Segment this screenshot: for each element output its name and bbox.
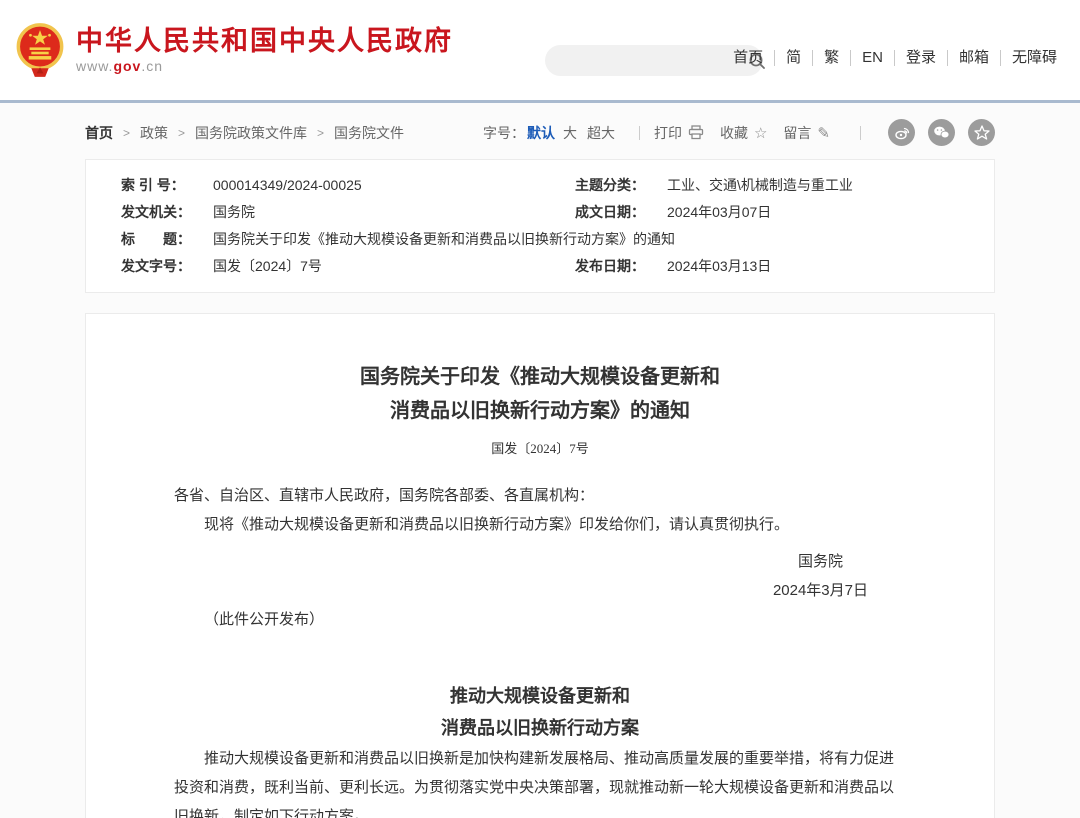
plan-title: 推动大规模设备更新和 消费品以旧换新行动方案 <box>174 680 906 744</box>
site-title: 中华人民共和国中央人民政府 <box>76 26 453 56</box>
national-emblem-icon <box>14 21 66 79</box>
nav-english[interactable]: EN <box>851 50 895 66</box>
meta-publish-date-value: 2024年03月13日 <box>667 253 771 280</box>
meta-agency-value: 国务院 <box>213 199 255 226</box>
favorite-label: 收藏 <box>720 123 748 143</box>
pencil-icon: ✎ <box>817 124 830 142</box>
toolbar-divider <box>860 126 861 140</box>
site-url: www.gov.cn <box>76 58 453 74</box>
breadcrumb-separator: > <box>178 126 185 140</box>
plan-title-line1: 推动大规模设备更新和 <box>450 686 630 706</box>
wechat-icon <box>933 125 950 140</box>
site-url-cn: .cn <box>141 58 163 74</box>
toolbar-divider <box>639 126 640 140</box>
meta-title-value: 国务院关于印发《推动大规模设备更新和消费品以旧换新行动方案》的通知 <box>213 226 675 253</box>
meta-index-label: 索 引 号： <box>121 172 213 199</box>
font-size-label: 字号： <box>483 123 525 143</box>
font-size-default[interactable]: 默认 <box>527 123 555 143</box>
meta-index-value: 000014349/2024-00025 <box>213 172 362 199</box>
printer-icon <box>688 125 704 140</box>
star-icon: ☆ <box>754 124 767 142</box>
site-logo-link[interactable]: 中华人民共和国中央人民政府 www.gov.cn <box>14 21 453 79</box>
meta-topic: 主题分类： 工业、交通\机械制造与重工业 <box>540 172 994 199</box>
document-body-card: 国务院关于印发《推动大规模设备更新和 消费品以旧换新行动方案》的通知 国发〔20… <box>85 313 995 818</box>
document-meta-card: 索 引 号： 000014349/2024-00025 主题分类： 工业、交通\… <box>85 159 995 293</box>
nav-home[interactable]: 首页 <box>722 50 775 66</box>
search-input[interactable] <box>545 53 748 69</box>
breadcrumb-policy[interactable]: 政策 <box>140 123 168 143</box>
print-label: 打印 <box>654 123 682 143</box>
signature-block: 国务院 2024年3月7日 <box>773 547 868 605</box>
comment-button[interactable]: 留言 ✎ <box>783 123 830 143</box>
nav-accessibility[interactable]: 无障碍 <box>1001 50 1068 66</box>
breadcrumb-separator: > <box>123 126 130 140</box>
meta-written-date-value: 2024年03月07日 <box>667 199 771 226</box>
meta-row: 发文字号： 国发〔2024〕7号 发布日期： 2024年03月13日 <box>86 253 994 280</box>
breadcrumb-toolbar-row: 首页 > 政策 > 国务院政策文件库 > 国务院文件 字号： 默认 大 超大 打… <box>85 103 995 159</box>
meta-doc-number: 发文字号： 国发〔2024〕7号 <box>86 253 540 280</box>
signer: 国务院 <box>773 547 868 576</box>
nav-simplified[interactable]: 简 <box>775 50 813 66</box>
document-number: 国发〔2024〕7号 <box>174 438 906 457</box>
breadcrumb-policy-library[interactable]: 国务院政策文件库 <box>195 123 307 143</box>
plan-title-line2: 消费品以旧换新行动方案 <box>441 718 639 738</box>
plan-intro-paragraph: 推动大规模设备更新和消费品以旧换新是加快构建新发展格局、推动高质量发展的重要举措… <box>174 744 906 818</box>
font-size-large[interactable]: 大 <box>563 123 577 143</box>
meta-written-date: 成文日期： 2024年03月07日 <box>540 199 994 226</box>
share-wechat-button[interactable] <box>928 119 955 146</box>
public-release-note: （此件公开发布） <box>174 605 906 634</box>
brand-text: 中华人民共和国中央人民政府 www.gov.cn <box>76 26 453 74</box>
forward-paragraph: 现将《推动大规模设备更新和消费品以旧换新行动方案》印发给你们，请认真贯彻执行。 <box>174 510 906 539</box>
nav-traditional[interactable]: 繁 <box>813 50 851 66</box>
page-toolbar: 字号： 默认 大 超大 打印 收藏 ☆ 留言 ✎ <box>483 119 995 146</box>
breadcrumb-separator: > <box>317 126 324 140</box>
site-header: 中华人民共和国中央人民政府 www.gov.cn 首页 简 繁 EN 登录 邮箱… <box>0 0 1080 103</box>
document-body: 各省、自治区、直辖市人民政府，国务院各部委、各直属机构： 现将《推动大规模设备更… <box>174 481 906 818</box>
meta-doc-number-value: 国发〔2024〕7号 <box>213 253 322 280</box>
nav-login[interactable]: 登录 <box>895 50 948 66</box>
comment-label: 留言 <box>783 123 811 143</box>
meta-agency-label: 发文机关： <box>121 199 213 226</box>
sign-date: 2024年3月7日 <box>773 576 868 605</box>
font-size-xlarge[interactable]: 超大 <box>587 123 615 143</box>
document-title: 国务院关于印发《推动大规模设备更新和 消费品以旧换新行动方案》的通知 <box>174 360 906 428</box>
meta-doc-number-label: 发文字号： <box>121 253 213 280</box>
meta-row: 标 题： 国务院关于印发《推动大规模设备更新和消费品以旧换新行动方案》的通知 <box>86 226 994 253</box>
document-title-line1: 国务院关于印发《推动大规模设备更新和 <box>360 366 720 388</box>
salutation: 各省、自治区、直辖市人民政府，国务院各部委、各直属机构： <box>174 481 906 510</box>
print-button[interactable]: 打印 <box>654 123 704 143</box>
meta-row: 发文机关： 国务院 成文日期： 2024年03月07日 <box>86 199 994 226</box>
meta-index: 索 引 号： 000014349/2024-00025 <box>86 172 540 199</box>
meta-title: 标 题： 国务院关于印发《推动大规模设备更新和消费品以旧换新行动方案》的通知 <box>86 226 994 253</box>
breadcrumb-state-council-docs[interactable]: 国务院文件 <box>334 123 404 143</box>
site-url-www: www. <box>76 58 113 74</box>
share-qzone-button[interactable] <box>968 119 995 146</box>
meta-topic-value: 工业、交通\机械制造与重工业 <box>667 172 853 199</box>
weibo-icon <box>894 125 910 141</box>
breadcrumb-home[interactable]: 首页 <box>85 123 113 143</box>
meta-written-date-label: 成文日期： <box>575 199 667 226</box>
nav-mail[interactable]: 邮箱 <box>948 50 1001 66</box>
favorite-button[interactable]: 收藏 ☆ <box>720 123 767 143</box>
share-weibo-button[interactable] <box>888 119 915 146</box>
top-nav: 首页 简 繁 EN 登录 邮箱 无障碍 <box>722 50 1068 66</box>
meta-publish-date: 发布日期： 2024年03月13日 <box>540 253 994 280</box>
site-url-gov: gov <box>113 58 141 74</box>
document-title-line2: 消费品以旧换新行动方案》的通知 <box>390 400 690 422</box>
meta-publish-date-label: 发布日期： <box>575 253 667 280</box>
meta-row: 索 引 号： 000014349/2024-00025 主题分类： 工业、交通\… <box>86 172 994 199</box>
breadcrumb: 首页 > 政策 > 国务院政策文件库 > 国务院文件 <box>85 123 404 143</box>
meta-title-label: 标 题： <box>121 226 213 253</box>
meta-agency: 发文机关： 国务院 <box>86 199 540 226</box>
qzone-star-icon <box>974 125 990 141</box>
meta-topic-label: 主题分类： <box>575 172 667 199</box>
